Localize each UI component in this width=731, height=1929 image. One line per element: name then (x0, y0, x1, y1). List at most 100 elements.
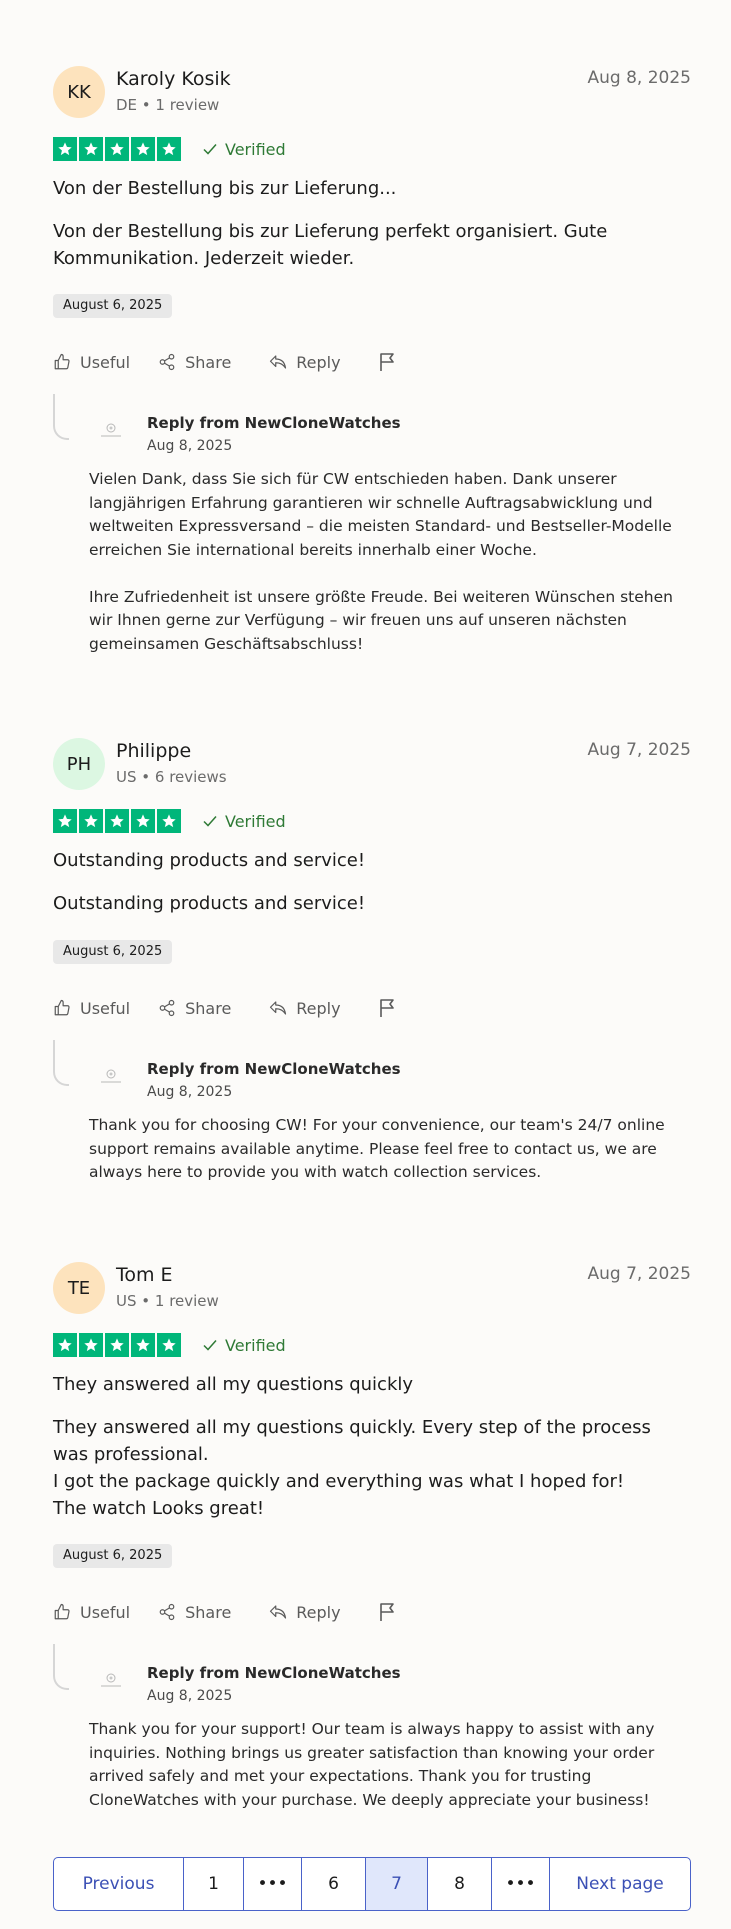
reviewer-name[interactable]: Tom E (116, 1264, 173, 1286)
verified-badge[interactable]: Verified (203, 812, 286, 831)
checkmark-icon (203, 1340, 217, 1351)
review-card: KK Karoly Kosik DE • 1 review Aug 8, 202… (53, 66, 691, 666)
star-rating (53, 1333, 181, 1357)
verified-badge[interactable]: Verified (203, 1336, 286, 1355)
next-page-button[interactable]: Next page (550, 1858, 690, 1910)
reply-connector (53, 1644, 69, 1690)
review-actions: Useful Share Reply (53, 1602, 406, 1622)
useful-label: Useful (80, 998, 131, 1018)
star-icon (157, 137, 181, 161)
star-icon (105, 1333, 129, 1357)
reply-button[interactable]: Reply (269, 998, 341, 1018)
useful-button[interactable]: Useful (53, 999, 130, 1018)
previous-page-button[interactable]: Previous (54, 1858, 184, 1910)
star-icon (157, 809, 181, 833)
reply-text: Thank you for choosing CW! For your conv… (89, 1114, 689, 1185)
reply-text: Vielen Dank, dass Sie sich für CW entsch… (89, 468, 689, 656)
verified-label: Verified (225, 811, 286, 831)
reply-label: Reply (296, 998, 341, 1018)
reply-icon (270, 1605, 287, 1619)
review-actions: Useful Share Reply (53, 352, 406, 372)
star-icon (131, 809, 155, 833)
review-title[interactable]: Outstanding products and service! (53, 850, 365, 871)
reply-date: Aug 8, 2025 (147, 1084, 233, 1100)
flag-icon (379, 1603, 394, 1621)
share-button[interactable]: Share (158, 999, 231, 1018)
reply-connector (53, 1040, 69, 1086)
page-7-button-current[interactable]: 7 (366, 1858, 428, 1910)
review-card: TE Tom E US • 1 review Aug 7, 2025 Verif… (53, 1262, 691, 1822)
star-icon (79, 137, 103, 161)
review-actions: Useful Share Reply (53, 998, 406, 1018)
review-body-line: Outstanding products and service! (53, 893, 366, 914)
star-rating (53, 809, 181, 833)
review-title[interactable]: They answered all my questions quickly (53, 1374, 413, 1395)
company-logo (97, 1066, 125, 1088)
reply-date: Aug 8, 2025 (147, 1688, 233, 1704)
useful-label: Useful (80, 1602, 131, 1622)
date-of-experience: August 6, 2025 (53, 294, 173, 318)
star-icon (79, 1333, 103, 1357)
star-icon (157, 1333, 181, 1357)
avatar[interactable]: PH (53, 738, 105, 790)
rating-row: Verified (53, 809, 286, 833)
reply-text: Thank you for your support! Our team is … (89, 1718, 689, 1812)
avatar[interactable]: KK (53, 66, 105, 118)
useful-button[interactable]: Useful (53, 1603, 130, 1622)
page-ellipsis[interactable]: ••• (244, 1858, 302, 1910)
review-card: PH Philippe US • 6 reviews Aug 7, 2025 V… (53, 738, 691, 1208)
review-date: Aug 8, 2025 (587, 68, 692, 88)
reply-label: Reply (296, 1602, 341, 1622)
star-icon (53, 137, 77, 161)
report-button[interactable] (379, 998, 406, 1018)
star-icon (131, 137, 155, 161)
share-icon (159, 353, 175, 371)
date-of-experience: August 6, 2025 (53, 940, 173, 964)
reply-button[interactable]: Reply (269, 1602, 341, 1622)
thumbs-up-icon (54, 1603, 70, 1620)
reply-paragraph: Ihre Zufriedenheit ist unsere größte Fre… (89, 587, 673, 653)
report-button[interactable] (379, 1602, 406, 1622)
star-icon (53, 809, 77, 833)
reviewer-name[interactable]: Philippe (116, 740, 191, 762)
page-8-button[interactable]: 8 (428, 1858, 492, 1910)
star-icon (131, 1333, 155, 1357)
review-body: Von der Bestellung bis zur Lieferung per… (53, 218, 653, 272)
review-title[interactable]: Von der Bestellung bis zur Lieferung... (53, 178, 396, 199)
page-1-button[interactable]: 1 (184, 1858, 244, 1910)
verified-label: Verified (225, 139, 286, 159)
share-button[interactable]: Share (158, 1603, 231, 1622)
share-label: Share (185, 1602, 232, 1622)
report-button[interactable] (379, 352, 406, 372)
avatar[interactable]: TE (53, 1262, 105, 1314)
reply-button[interactable]: Reply (269, 352, 341, 372)
review-body-line: Von der Bestellung bis zur Lieferung per… (53, 221, 608, 269)
date-of-experience: August 6, 2025 (53, 1544, 173, 1568)
verified-label: Verified (225, 1335, 286, 1355)
checkmark-icon (203, 816, 217, 827)
page-6-button[interactable]: 6 (302, 1858, 366, 1910)
page-ellipsis[interactable]: ••• (492, 1858, 550, 1910)
star-icon (53, 1333, 77, 1357)
star-icon (79, 809, 103, 833)
reviewer-meta: DE • 1 review (116, 96, 220, 114)
review-date: Aug 7, 2025 (587, 740, 692, 760)
reply-author: Reply from NewCloneWatches (147, 1664, 401, 1682)
reply-label: Reply (296, 352, 341, 372)
reply-paragraph: Thank you for choosing CW! For your conv… (89, 1116, 665, 1181)
star-icon (105, 809, 129, 833)
reviewer-meta: US • 1 review (116, 1292, 219, 1310)
useful-label: Useful (80, 352, 131, 372)
review-body-line: I got the package quickly and everything… (53, 1471, 625, 1492)
useful-button[interactable]: Useful (53, 353, 130, 372)
star-icon (105, 137, 129, 161)
review-body-line: They answered all my questions quickly. … (53, 1417, 651, 1465)
reviewer-name[interactable]: Karoly Kosik (116, 68, 231, 90)
share-button[interactable]: Share (158, 353, 231, 372)
verified-badge[interactable]: Verified (203, 140, 286, 159)
pagination: Previous 1 ••• 6 7 8 ••• Next page (53, 1857, 691, 1911)
checkmark-icon (203, 144, 217, 155)
review-header: TE Tom E US • 1 review Aug 7, 2025 (53, 1262, 691, 1316)
review-header: KK Karoly Kosik DE • 1 review Aug 8, 202… (53, 66, 691, 120)
flag-icon (379, 999, 394, 1017)
